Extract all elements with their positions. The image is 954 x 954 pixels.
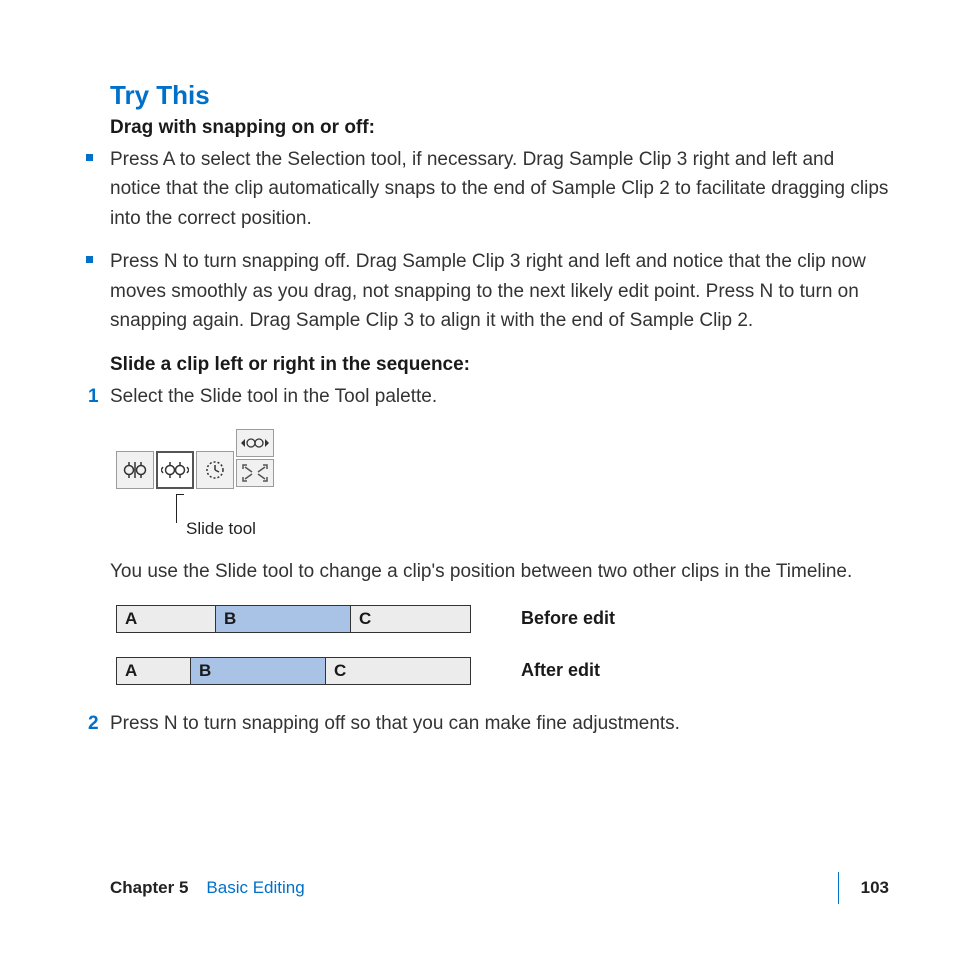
drag-snapping-subheading: Drag with snapping on or off: <box>110 117 889 139</box>
time-remap-tool-icon <box>196 451 234 489</box>
list-item-text: Press N to turn snapping off. Drag Sampl… <box>110 247 889 335</box>
step-text: Select the Slide tool in the Tool palett… <box>110 382 889 411</box>
diagram-row-before: A B C Before edit <box>116 605 889 633</box>
list-item: Press A to select the Selection tool, if… <box>86 145 889 233</box>
clip-c: C <box>326 657 471 685</box>
footer-separator <box>838 872 839 904</box>
list-item: 2 Press N to turn snapping off so that y… <box>110 709 889 738</box>
clip-c: C <box>351 605 471 633</box>
diagram-row-after: A B C After edit <box>116 657 889 685</box>
palette-column <box>236 429 274 489</box>
tool-palette-figure: Slide tool <box>116 429 889 539</box>
expand-tool-icon <box>236 459 274 487</box>
square-bullet-icon <box>86 154 93 161</box>
footer-right: 103 <box>838 872 889 904</box>
numbered-list: 2 Press N to turn snapping off so that y… <box>110 709 889 738</box>
slide-tool-icon <box>156 451 194 489</box>
list-item: 1 Select the Slide tool in the Tool pale… <box>110 382 889 411</box>
clip-a: A <box>116 605 216 633</box>
step-number: 1 <box>88 382 99 411</box>
callout-line <box>176 495 889 523</box>
try-this-heading: Try This <box>110 80 889 111</box>
chapter-label: Chapter 5 <box>110 878 188 898</box>
roll-tool-icon <box>116 451 154 489</box>
before-edit-label: Before edit <box>521 608 615 629</box>
square-bullet-icon <box>86 256 93 263</box>
numbered-list: 1 Select the Slide tool in the Tool pale… <box>110 382 889 411</box>
clip-b: B <box>216 605 351 633</box>
step-number: 2 <box>88 709 99 738</box>
list-item-text: Press A to select the Selection tool, if… <box>110 145 889 233</box>
chapter-title: Basic Editing <box>206 878 304 898</box>
clip-b: B <box>191 657 326 685</box>
after-edit-label: After edit <box>521 660 600 681</box>
slide-diagram: A B C Before edit A B C After edit <box>116 605 889 685</box>
list-item: Press N to turn snapping off. Drag Sampl… <box>86 247 889 335</box>
callout-tick <box>176 494 184 495</box>
footer-left: Chapter 5 Basic Editing <box>110 878 305 898</box>
step-text: Press N to turn snapping off so that you… <box>110 709 889 738</box>
page-footer: Chapter 5 Basic Editing 103 <box>110 872 889 904</box>
bullet-list: Press A to select the Selection tool, if… <box>110 145 889 336</box>
document-page: Try This Drag with snapping on or off: P… <box>0 0 954 954</box>
clip-a: A <box>116 657 191 685</box>
slide-clip-subheading: Slide a clip left or right in the sequen… <box>110 354 889 376</box>
page-number: 103 <box>861 878 889 898</box>
slip-tool-variant-icon <box>236 429 274 457</box>
slide-tool-description: You use the Slide tool to change a clip'… <box>110 557 889 586</box>
tool-palette <box>116 429 274 489</box>
